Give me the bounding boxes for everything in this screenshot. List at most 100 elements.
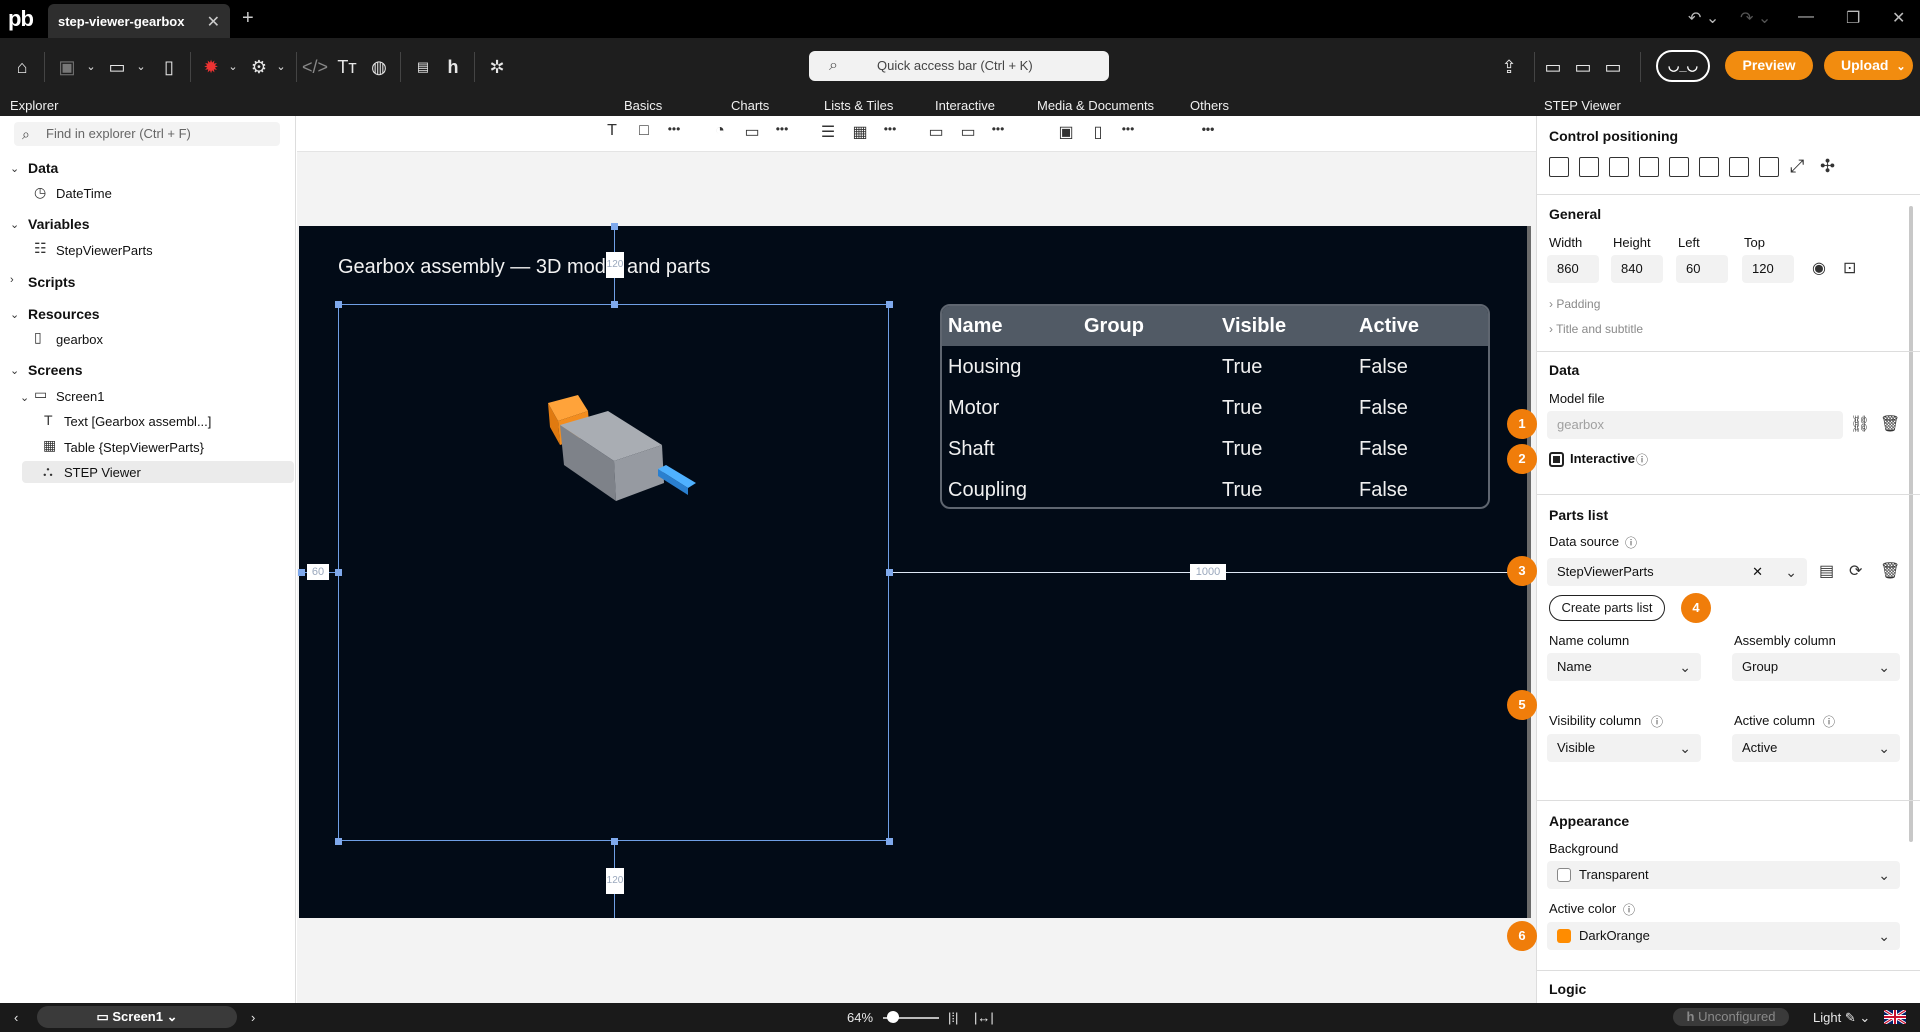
chevron-down-icon[interactable]: ⌄ — [10, 308, 19, 321]
chevron-down-icon[interactable]: ⌄ — [20, 391, 29, 404]
resize-handle-s[interactable] — [611, 838, 618, 845]
pdf-control-icon[interactable]: ▯ — [1086, 122, 1110, 142]
anchor-stretch-icon[interactable] — [1759, 157, 1779, 177]
more-others-icon[interactable]: ••• — [1196, 122, 1220, 136]
publish-icon[interactable]: ⇪ — [1496, 54, 1522, 80]
category-charts[interactable]: Charts — [731, 98, 769, 113]
collapse-icon[interactable]: ✣ — [1820, 156, 1835, 177]
col-header-group[interactable]: Group — [1084, 315, 1144, 338]
tree-item-screen1[interactable]: Screen1 — [56, 389, 104, 404]
trash-icon[interactable]: 🗑 — [1880, 414, 1900, 434]
visibility-eye-icon[interactable]: ◉ — [1812, 258, 1826, 278]
name-column-select[interactable]: Name ⌄ — [1547, 653, 1701, 681]
edit-variable-icon[interactable]: ▤ — [1819, 561, 1834, 581]
tree-section-scripts[interactable]: Scripts — [28, 274, 75, 290]
upload-button[interactable]: Upload ⌄ — [1824, 51, 1913, 80]
refresh-icon[interactable]: ⟳ — [1849, 561, 1862, 581]
step-viewer-selection[interactable] — [338, 304, 889, 841]
category-media-documents[interactable]: Media & Documents — [1037, 98, 1154, 113]
hub-status-badge[interactable]: h Unconfigured — [1673, 1008, 1789, 1026]
tree-section-screens[interactable]: Screens — [28, 362, 82, 378]
folder-icon[interactable]: ▭ — [1540, 54, 1566, 80]
clear-icon[interactable]: ✕ — [1752, 558, 1763, 586]
home-icon[interactable]: ⌂ — [9, 54, 35, 80]
data-source-select[interactable]: StepViewerParts ✕ ⌄ — [1547, 558, 1807, 586]
screen-switcher[interactable]: ▭ Screen1 ⌄ — [37, 1006, 237, 1028]
chevron-right-icon[interactable]: › — [10, 274, 14, 286]
table-icon[interactable]: ▦ — [848, 122, 872, 142]
height-input[interactable]: 840 — [1611, 255, 1663, 283]
anchor-center-icon[interactable] — [1669, 157, 1689, 177]
model-file-input[interactable]: gearbox — [1547, 411, 1843, 439]
tree-section-resources[interactable]: Resources — [28, 306, 100, 322]
tree-section-variables[interactable]: Variables — [28, 216, 90, 232]
info-icon[interactable]: ⓘ — [1823, 713, 1835, 730]
resize-handle-e[interactable] — [886, 569, 893, 576]
sql-icon[interactable]: ▤ — [410, 54, 436, 80]
col-header-active[interactable]: Active — [1359, 315, 1419, 338]
col-header-name[interactable]: Name — [948, 315, 1002, 338]
close-window-icon[interactable]: ✕ — [1892, 8, 1905, 28]
close-tab-icon[interactable]: ✕ — [207, 12, 220, 32]
anchor-right-icon[interactable] — [1639, 157, 1659, 177]
chevron-down-icon[interactable]: ⌄ — [1785, 558, 1797, 586]
chevron-down-icon[interactable]: ⌄ — [268, 54, 294, 80]
info-icon[interactable]: ⓘ — [1625, 534, 1637, 551]
restore-icon[interactable]: ❐ — [1846, 8, 1860, 28]
input-control-icon[interactable]: ▭ — [956, 122, 980, 142]
undo-icon[interactable]: ↶ ⌄ — [1688, 8, 1719, 28]
document-tab[interactable]: step-viewer-gearbox ✕ — [48, 4, 230, 38]
folder-open-icon[interactable]: ▭ — [1600, 54, 1626, 80]
resize-handle-nw[interactable] — [335, 301, 342, 308]
fit-width-icon[interactable]: |↔| — [974, 1010, 994, 1025]
resize-handle-se[interactable] — [886, 838, 893, 845]
interactive-checkbox[interactable] — [1549, 452, 1564, 467]
tree-item-step-viewer[interactable]: STEP Viewer — [64, 465, 141, 480]
open-folder-icon[interactable]: ▭ — [104, 54, 130, 80]
anchor-left-icon[interactable] — [1729, 157, 1749, 177]
explorer-search-input[interactable]: ⌕ Find in explorer (Ctrl + F) — [14, 122, 280, 146]
active-column-select[interactable]: Active ⌄ — [1732, 734, 1900, 762]
chevron-down-icon[interactable]: ⌄ — [220, 54, 246, 80]
create-parts-list-button[interactable]: Create parts list — [1549, 595, 1665, 621]
theme-switcher[interactable]: Light ✎ ⌄ — [1813, 1010, 1870, 1026]
padding-expander[interactable]: › Padding — [1549, 297, 1600, 311]
image-control-icon[interactable]: ▣ — [1054, 122, 1078, 142]
col-header-visible[interactable]: Visible — [1222, 315, 1286, 338]
tree-item-text[interactable]: Text [Gearbox assembl...] — [64, 414, 211, 429]
anchor-top-icon[interactable] — [1579, 157, 1599, 177]
pie-chart-icon[interactable]: ◔ — [708, 122, 732, 140]
link-icon[interactable]: ⛓ — [1850, 414, 1870, 434]
list-icon[interactable]: ☰ — [816, 122, 840, 142]
tree-item-table[interactable]: Table {StepViewerParts} — [64, 440, 204, 455]
more-basics-icon[interactable]: ••• — [662, 122, 686, 136]
tree-item-gearbox[interactable]: gearbox — [56, 332, 103, 347]
background-select[interactable]: Transparent ⌄ — [1547, 861, 1900, 889]
lock-icon[interactable]: ⊡ — [1843, 258, 1856, 278]
left-input[interactable]: 60 — [1676, 255, 1728, 283]
category-basics[interactable]: Basics — [624, 98, 662, 113]
resize-handle-w[interactable] — [335, 569, 342, 576]
panel-scrollbar[interactable] — [1909, 206, 1913, 842]
resize-handle-n[interactable] — [611, 301, 618, 308]
preview-button[interactable]: Preview — [1725, 51, 1813, 80]
plugin-icon[interactable]: ✲ — [484, 54, 510, 80]
resize-handle-ne[interactable] — [886, 301, 893, 308]
chevron-down-icon[interactable]: ⌄ — [10, 218, 19, 231]
info-icon[interactable]: ⓘ — [1651, 713, 1663, 730]
save-icon[interactable]: ▣ — [54, 54, 80, 80]
chevron-down-icon[interactable]: ⌄ — [10, 364, 19, 377]
fit-100-icon[interactable]: |⁞| — [948, 1010, 958, 1025]
anchor-top-left-icon[interactable] — [1549, 157, 1569, 177]
anchor-bottom-right-icon[interactable] — [1699, 157, 1719, 177]
new-tab-icon[interactable]: + — [242, 7, 254, 30]
code-icon[interactable]: </> — [302, 54, 328, 80]
hub-icon[interactable]: h — [440, 54, 466, 80]
ai-assistant-button[interactable]: ◡_◡ — [1656, 50, 1710, 82]
new-page-icon[interactable]: ▯ — [156, 54, 182, 80]
visibility-column-select[interactable]: Visible ⌄ — [1547, 734, 1701, 762]
zoom-slider-thumb[interactable] — [887, 1011, 899, 1023]
tree-section-data[interactable]: Data — [28, 160, 58, 176]
chevron-down-icon[interactable]: ⌄ — [78, 54, 104, 80]
resize-handle-sw[interactable] — [335, 838, 342, 845]
